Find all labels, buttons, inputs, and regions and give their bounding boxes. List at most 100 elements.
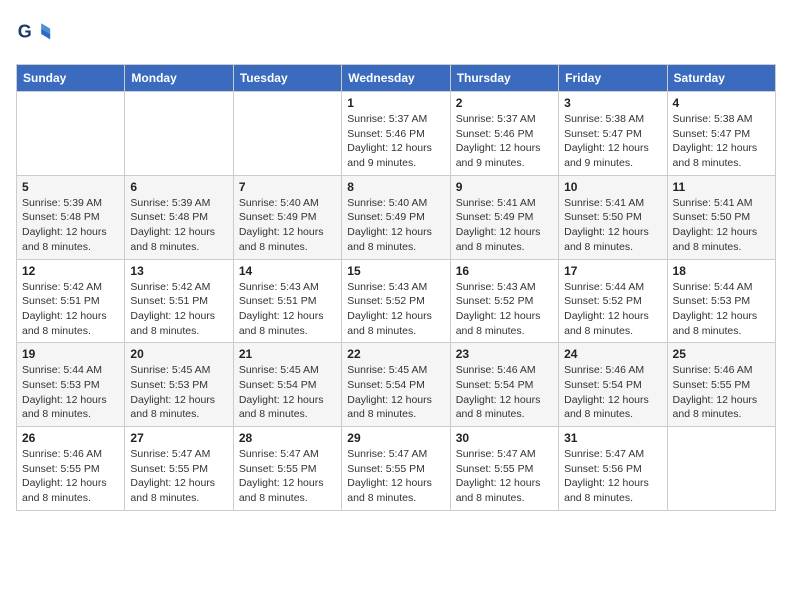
- day-info: Sunrise: 5:44 AM Sunset: 5:52 PM Dayligh…: [564, 280, 661, 339]
- calendar-cell: 13 Sunrise: 5:42 AM Sunset: 5:51 PM Dayli…: [125, 259, 233, 343]
- logo: G: [16, 16, 56, 52]
- day-number: 24: [564, 347, 661, 361]
- day-number: 15: [347, 264, 444, 278]
- day-info: Sunrise: 5:38 AM Sunset: 5:47 PM Dayligh…: [564, 112, 661, 171]
- calendar-cell: 25Sunrise: 5:46 AM Sunset: 5:55 PM Dayli…: [667, 343, 775, 427]
- calendar-cell: 2 Sunrise: 5:37 AM Sunset: 5:46 PM Daylig…: [450, 92, 558, 176]
- day-number: 3: [564, 96, 661, 110]
- day-number: 13: [130, 264, 227, 278]
- day-info: Sunrise: 5:38 AM Sunset: 5:47 PM Dayligh…: [673, 112, 770, 171]
- day-info: Sunrise: 5:39 AM Sunset: 5:48 PM Dayligh…: [130, 196, 227, 255]
- calendar-cell: 10 Sunrise: 5:41 AM Sunset: 5:50 PM Dayli…: [559, 175, 667, 259]
- day-number: 8: [347, 180, 444, 194]
- day-info: Sunrise: 5:47 AM Sunset: 5:55 PM Dayligh…: [347, 447, 444, 506]
- day-number: 7: [239, 180, 336, 194]
- day-info: Sunrise: 5:44 AM Sunset: 5:53 PM Dayligh…: [673, 280, 770, 339]
- day-number: 9: [456, 180, 553, 194]
- calendar-cell: 1 Sunrise: 5:37 AM Sunset: 5:46 PM Daylig…: [342, 92, 450, 176]
- day-info: Sunrise: 5:40 AM Sunset: 5:49 PM Dayligh…: [239, 196, 336, 255]
- day-info: Sunrise: 5:47 AM Sunset: 5:56 PM Dayligh…: [564, 447, 661, 506]
- calendar-cell: 20 Sunrise: 5:45 AM Sunset: 5:53 PM Dayli…: [125, 343, 233, 427]
- day-info: Sunrise: 5:42 AM Sunset: 5:51 PM Dayligh…: [22, 280, 119, 339]
- day-number: 17: [564, 264, 661, 278]
- col-header-wednesday: Wednesday: [342, 65, 450, 92]
- day-number: 23: [456, 347, 553, 361]
- day-number: 16: [456, 264, 553, 278]
- day-info: Sunrise: 5:46 AM Sunset: 5:54 PM Dayligh…: [456, 363, 553, 422]
- day-number: 19: [22, 347, 119, 361]
- calendar-cell: 29 Sunrise: 5:47 AM Sunset: 5:55 PM Dayli…: [342, 427, 450, 511]
- col-header-tuesday: Tuesday: [233, 65, 341, 92]
- calendar-table: SundayMondayTuesdayWednesdayThursdayFrid…: [16, 64, 776, 511]
- day-number: 26: [22, 431, 119, 445]
- col-header-thursday: Thursday: [450, 65, 558, 92]
- calendar-cell: [17, 92, 125, 176]
- calendar-cell: 21 Sunrise: 5:45 AM Sunset: 5:54 PM Dayli…: [233, 343, 341, 427]
- day-number: 28: [239, 431, 336, 445]
- day-info: Sunrise: 5:46 AM Sunset: 5:55 PM Dayligh…: [673, 363, 770, 422]
- day-info: Sunrise: 5:46 AM Sunset: 5:55 PM Dayligh…: [22, 447, 119, 506]
- day-info: Sunrise: 5:43 AM Sunset: 5:52 PM Dayligh…: [347, 280, 444, 339]
- day-info: Sunrise: 5:37 AM Sunset: 5:46 PM Dayligh…: [347, 112, 444, 171]
- page-header: G: [16, 16, 776, 52]
- col-header-monday: Monday: [125, 65, 233, 92]
- calendar-cell: 4 Sunrise: 5:38 AM Sunset: 5:47 PM Daylig…: [667, 92, 775, 176]
- calendar-cell: 15 Sunrise: 5:43 AM Sunset: 5:52 PM Dayli…: [342, 259, 450, 343]
- day-info: Sunrise: 5:47 AM Sunset: 5:55 PM Dayligh…: [456, 447, 553, 506]
- day-number: 1: [347, 96, 444, 110]
- col-header-sunday: Sunday: [17, 65, 125, 92]
- day-number: 20: [130, 347, 227, 361]
- calendar-cell: 17 Sunrise: 5:44 AM Sunset: 5:52 PM Dayli…: [559, 259, 667, 343]
- day-info: Sunrise: 5:45 AM Sunset: 5:54 PM Dayligh…: [347, 363, 444, 422]
- calendar-cell: 24 Sunrise: 5:46 AM Sunset: 5:54 PM Dayli…: [559, 343, 667, 427]
- day-number: 5: [22, 180, 119, 194]
- day-number: 27: [130, 431, 227, 445]
- day-number: 29: [347, 431, 444, 445]
- day-number: 6: [130, 180, 227, 194]
- day-info: Sunrise: 5:45 AM Sunset: 5:54 PM Dayligh…: [239, 363, 336, 422]
- calendar-cell: 16 Sunrise: 5:43 AM Sunset: 5:52 PM Dayli…: [450, 259, 558, 343]
- calendar-cell: 7 Sunrise: 5:40 AM Sunset: 5:49 PM Daylig…: [233, 175, 341, 259]
- calendar-cell: [667, 427, 775, 511]
- day-info: Sunrise: 5:47 AM Sunset: 5:55 PM Dayligh…: [239, 447, 336, 506]
- svg-text:G: G: [18, 22, 32, 42]
- calendar-cell: 6 Sunrise: 5:39 AM Sunset: 5:48 PM Daylig…: [125, 175, 233, 259]
- day-info: Sunrise: 5:43 AM Sunset: 5:51 PM Dayligh…: [239, 280, 336, 339]
- day-info: Sunrise: 5:45 AM Sunset: 5:53 PM Dayligh…: [130, 363, 227, 422]
- day-number: 30: [456, 431, 553, 445]
- col-header-friday: Friday: [559, 65, 667, 92]
- calendar-cell: 12 Sunrise: 5:42 AM Sunset: 5:51 PM Dayli…: [17, 259, 125, 343]
- day-info: Sunrise: 5:41 AM Sunset: 5:49 PM Dayligh…: [456, 196, 553, 255]
- calendar-cell: 26 Sunrise: 5:46 AM Sunset: 5:55 PM Dayli…: [17, 427, 125, 511]
- calendar-cell: [125, 92, 233, 176]
- day-info: Sunrise: 5:46 AM Sunset: 5:54 PM Dayligh…: [564, 363, 661, 422]
- day-number: 11: [673, 180, 770, 194]
- calendar-cell: 31 Sunrise: 5:47 AM Sunset: 5:56 PM Dayli…: [559, 427, 667, 511]
- day-info: Sunrise: 5:47 AM Sunset: 5:55 PM Dayligh…: [130, 447, 227, 506]
- day-number: 21: [239, 347, 336, 361]
- logo-icon: G: [16, 16, 52, 52]
- calendar-cell: 3 Sunrise: 5:38 AM Sunset: 5:47 PM Daylig…: [559, 92, 667, 176]
- calendar-cell: 23 Sunrise: 5:46 AM Sunset: 5:54 PM Dayli…: [450, 343, 558, 427]
- day-number: 4: [673, 96, 770, 110]
- day-info: Sunrise: 5:43 AM Sunset: 5:52 PM Dayligh…: [456, 280, 553, 339]
- calendar-cell: 8 Sunrise: 5:40 AM Sunset: 5:49 PM Daylig…: [342, 175, 450, 259]
- calendar-cell: [233, 92, 341, 176]
- day-info: Sunrise: 5:42 AM Sunset: 5:51 PM Dayligh…: [130, 280, 227, 339]
- calendar-cell: 30 Sunrise: 5:47 AM Sunset: 5:55 PM Dayli…: [450, 427, 558, 511]
- calendar-cell: 5 Sunrise: 5:39 AM Sunset: 5:48 PM Daylig…: [17, 175, 125, 259]
- day-number: 14: [239, 264, 336, 278]
- day-number: 2: [456, 96, 553, 110]
- calendar-header: SundayMondayTuesdayWednesdayThursdayFrid…: [17, 65, 776, 92]
- calendar-cell: 18Sunrise: 5:44 AM Sunset: 5:53 PM Dayli…: [667, 259, 775, 343]
- day-info: Sunrise: 5:37 AM Sunset: 5:46 PM Dayligh…: [456, 112, 553, 171]
- day-info: Sunrise: 5:40 AM Sunset: 5:49 PM Dayligh…: [347, 196, 444, 255]
- day-info: Sunrise: 5:41 AM Sunset: 5:50 PM Dayligh…: [564, 196, 661, 255]
- calendar-cell: 22 Sunrise: 5:45 AM Sunset: 5:54 PM Dayli…: [342, 343, 450, 427]
- day-number: 31: [564, 431, 661, 445]
- day-number: 22: [347, 347, 444, 361]
- day-info: Sunrise: 5:39 AM Sunset: 5:48 PM Dayligh…: [22, 196, 119, 255]
- day-number: 10: [564, 180, 661, 194]
- day-number: 12: [22, 264, 119, 278]
- day-info: Sunrise: 5:44 AM Sunset: 5:53 PM Dayligh…: [22, 363, 119, 422]
